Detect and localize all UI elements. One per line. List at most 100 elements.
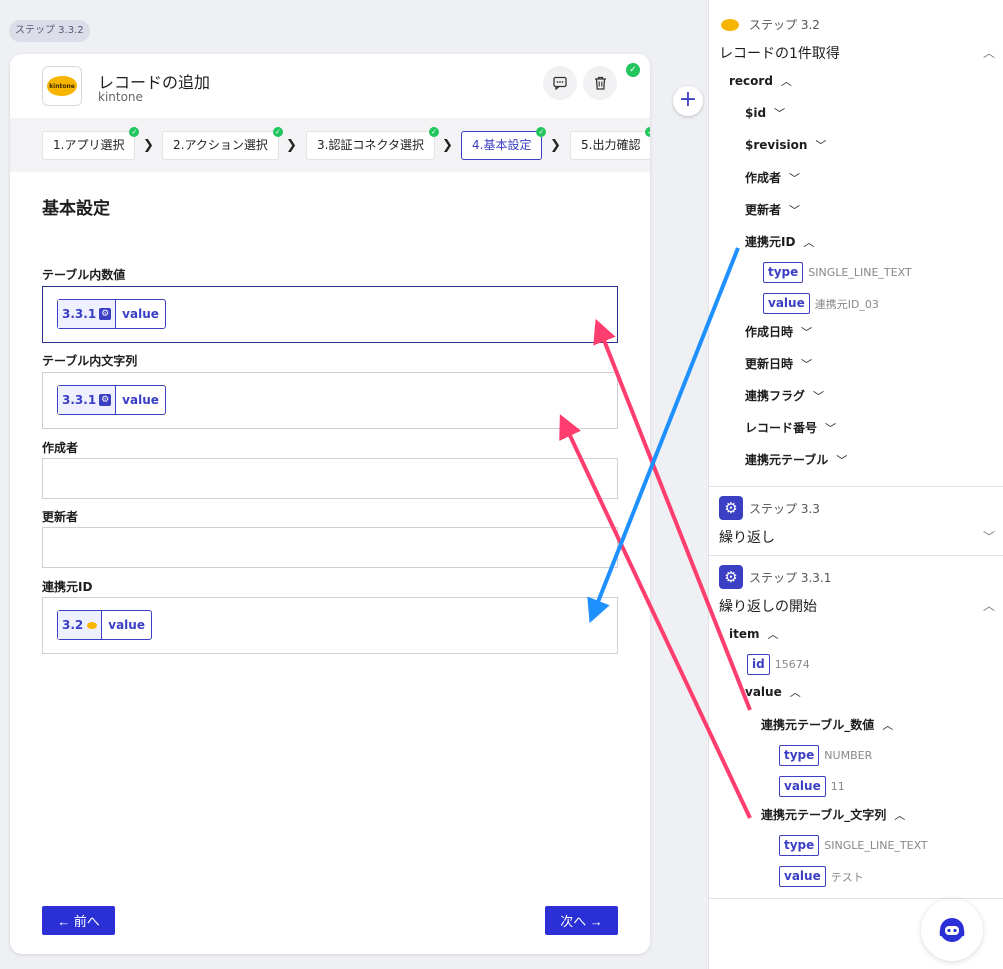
help-button[interactable] (921, 899, 983, 961)
tree-label: item (729, 627, 760, 641)
check-icon: ✓ (428, 127, 439, 137)
kv-key[interactable]: value (779, 776, 826, 797)
tab-auth-connector[interactable]: 3.認証コネクタ選択 ✓ (306, 127, 439, 160)
trash-icon (594, 76, 606, 90)
kv-row[interactable]: type SINGLE_LINE_TEXT (779, 835, 928, 856)
kv-value: SINGLE_LINE_TEXT (824, 839, 928, 852)
chevron-right-icon: ❯ (143, 138, 154, 153)
prev-button[interactable]: ← 前へ (42, 906, 115, 935)
tree-node[interactable]: 連携元テーブル_数値 ︿ (761, 716, 893, 733)
kv-key[interactable]: value (779, 866, 826, 887)
tab-label: 4.基本設定 (472, 138, 532, 152)
action-card: kintone レコードの追加 kintone ✓ 1.アプリ選択 ✓ ❯ 2.ア… (10, 54, 650, 954)
tree-node[interactable]: レコード番号 ﹀ (745, 419, 836, 436)
tree-node[interactable]: 連携元ID ︿ (745, 233, 814, 250)
kv-value: 15674 (774, 658, 810, 671)
tree-node[interactable]: 作成者 ﹀ (745, 169, 800, 186)
tree-label: record (729, 74, 773, 88)
variable-pill[interactable]: 3.3.1 ⚙ value (57, 385, 166, 415)
chevron-down-icon: ﹀ (789, 204, 801, 217)
tree-label: 連携元テーブル (745, 453, 829, 467)
table-string-field[interactable]: 3.3.1 ⚙ value (42, 372, 618, 429)
tab-app-select[interactable]: 1.アプリ選択 ✓ (42, 127, 140, 160)
kv-row[interactable]: type SINGLE_LINE_TEXT (763, 262, 912, 283)
chevron-down-icon: ﹀ (801, 358, 813, 371)
kv-value: 連携元ID_03 (814, 297, 879, 311)
tree-node[interactable]: value ︿ (745, 684, 801, 700)
section-head: ⚙ ステップ 3.3 (719, 496, 820, 520)
tree-node-item[interactable]: item ︿ (729, 626, 779, 642)
step-chip: ステップ 3.3.2 (9, 20, 90, 42)
chevron-up-icon: ︿ (789, 686, 801, 699)
variable-pill[interactable]: 3.3.1 ⚙ value (57, 299, 166, 329)
gear-icon: ⚙ (719, 496, 743, 520)
delete-button[interactable] (583, 66, 617, 100)
chevron-down-icon: ﹀ (825, 422, 837, 435)
tab-output-confirm[interactable]: 5.出力確認 ✓ (570, 127, 650, 160)
kv-row[interactable]: value テスト (779, 866, 864, 887)
chevron-right-icon: ❯ (286, 138, 297, 153)
field-label: 更新者 (42, 510, 79, 524)
field-label: テーブル内文字列 (42, 354, 138, 368)
table-number-field[interactable]: 3.3.1 ⚙ value (42, 286, 618, 343)
tree-node[interactable]: 更新者 ﹀ (745, 201, 800, 218)
tree-node[interactable]: $id ﹀ (745, 105, 785, 121)
kv-value: 11 (830, 780, 845, 793)
kv-row[interactable]: value 連携元ID_03 (763, 293, 879, 314)
kv-value: NUMBER (824, 749, 873, 762)
divider (709, 486, 1003, 487)
chevron-up-icon[interactable]: ︿ (983, 597, 995, 614)
section-title[interactable]: レコードの1件取得 (719, 43, 840, 63)
chevron-up-icon: ︿ (894, 809, 906, 822)
field-label: テーブル内数値 (42, 268, 126, 282)
creator-field[interactable] (42, 458, 618, 499)
add-step-button[interactable]: + (673, 86, 703, 116)
kv-key[interactable]: type (779, 835, 820, 856)
field-label: 連携元ID (42, 580, 93, 594)
pill-step: 3.2 (62, 618, 84, 632)
tree-label: 連携元テーブル_文字列 (761, 808, 887, 822)
chevron-up-icon[interactable]: ︿ (983, 44, 995, 61)
help-bot-icon (939, 918, 965, 942)
kv-key[interactable]: type (779, 745, 820, 766)
tree-node[interactable]: 連携フラグ ﹀ (745, 387, 824, 404)
updater-field[interactable] (42, 527, 618, 568)
tree-label: 作成者 (745, 171, 782, 185)
tree-node[interactable]: $revision ﹀ (745, 137, 826, 153)
kv-row[interactable]: type NUMBER (779, 745, 872, 766)
tree-label: value (745, 685, 782, 699)
section-title[interactable]: 繰り返しの開始 (719, 596, 817, 616)
next-button[interactable]: 次へ → (545, 906, 618, 935)
section-title: 基本設定 (42, 199, 110, 219)
chevron-up-icon: ︿ (882, 719, 894, 732)
tree-node[interactable]: 連携元テーブル_文字列 ︿ (761, 806, 905, 823)
tree-label: 更新者 (745, 203, 782, 217)
tree-label: レコード番号 (745, 421, 818, 435)
kv-row[interactable]: id 15674 (747, 654, 810, 675)
variable-pill[interactable]: 3.2 value (57, 610, 152, 640)
tree-node-record[interactable]: record ︿ (729, 73, 792, 89)
tree-node[interactable]: 更新日時 ﹀ (745, 355, 812, 372)
tree-node[interactable]: 連携元テーブル ﹀ (745, 451, 847, 468)
tree-node[interactable]: 作成日時 ﹀ (745, 323, 812, 340)
kv-key[interactable]: value (763, 293, 810, 314)
steps-bar: 1.アプリ選択 ✓ ❯ 2.アクション選択 ✓ ❯ 3.認証コネクタ選択 ✓ ❯ 4.… (10, 118, 650, 172)
tree-label: 連携フラグ (745, 389, 806, 403)
tree-label: 連携元ID (745, 235, 796, 249)
check-icon: ✓ (645, 127, 650, 137)
check-icon: ✓ (536, 127, 547, 137)
section-step-label: ステップ 3.3 (749, 501, 820, 516)
kv-row[interactable]: value 11 (779, 776, 845, 797)
kv-value: テスト (830, 870, 864, 884)
tab-action-select[interactable]: 2.アクション選択 ✓ (162, 127, 283, 160)
source-id-field[interactable]: 3.2 value (42, 597, 618, 654)
comment-button[interactable] (543, 66, 577, 100)
kv-key[interactable]: type (763, 262, 804, 283)
section-title[interactable]: 繰り返し (719, 527, 775, 547)
chevron-up-icon: ︿ (780, 75, 792, 88)
chevron-down-icon[interactable]: ﹀ (983, 528, 995, 545)
kintone-logo (87, 621, 98, 629)
kv-value: SINGLE_LINE_TEXT (808, 266, 912, 279)
kv-key[interactable]: id (747, 654, 770, 675)
tab-basic-settings[interactable]: 4.基本設定 ✓ (461, 127, 547, 160)
